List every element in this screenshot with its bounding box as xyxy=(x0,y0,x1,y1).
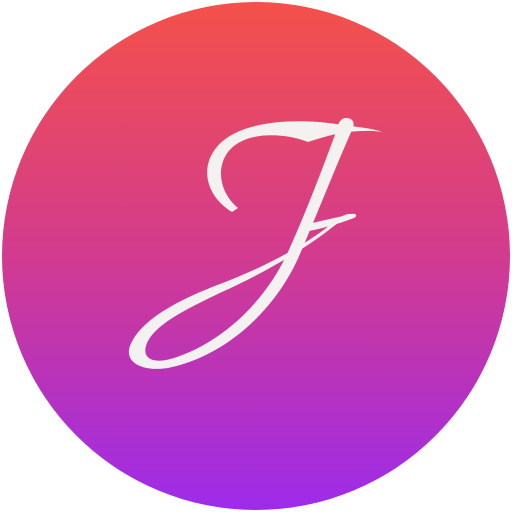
app-icon xyxy=(2,2,510,510)
gradient-circle-badge xyxy=(2,2,510,510)
app-icon-canvas xyxy=(0,0,512,512)
